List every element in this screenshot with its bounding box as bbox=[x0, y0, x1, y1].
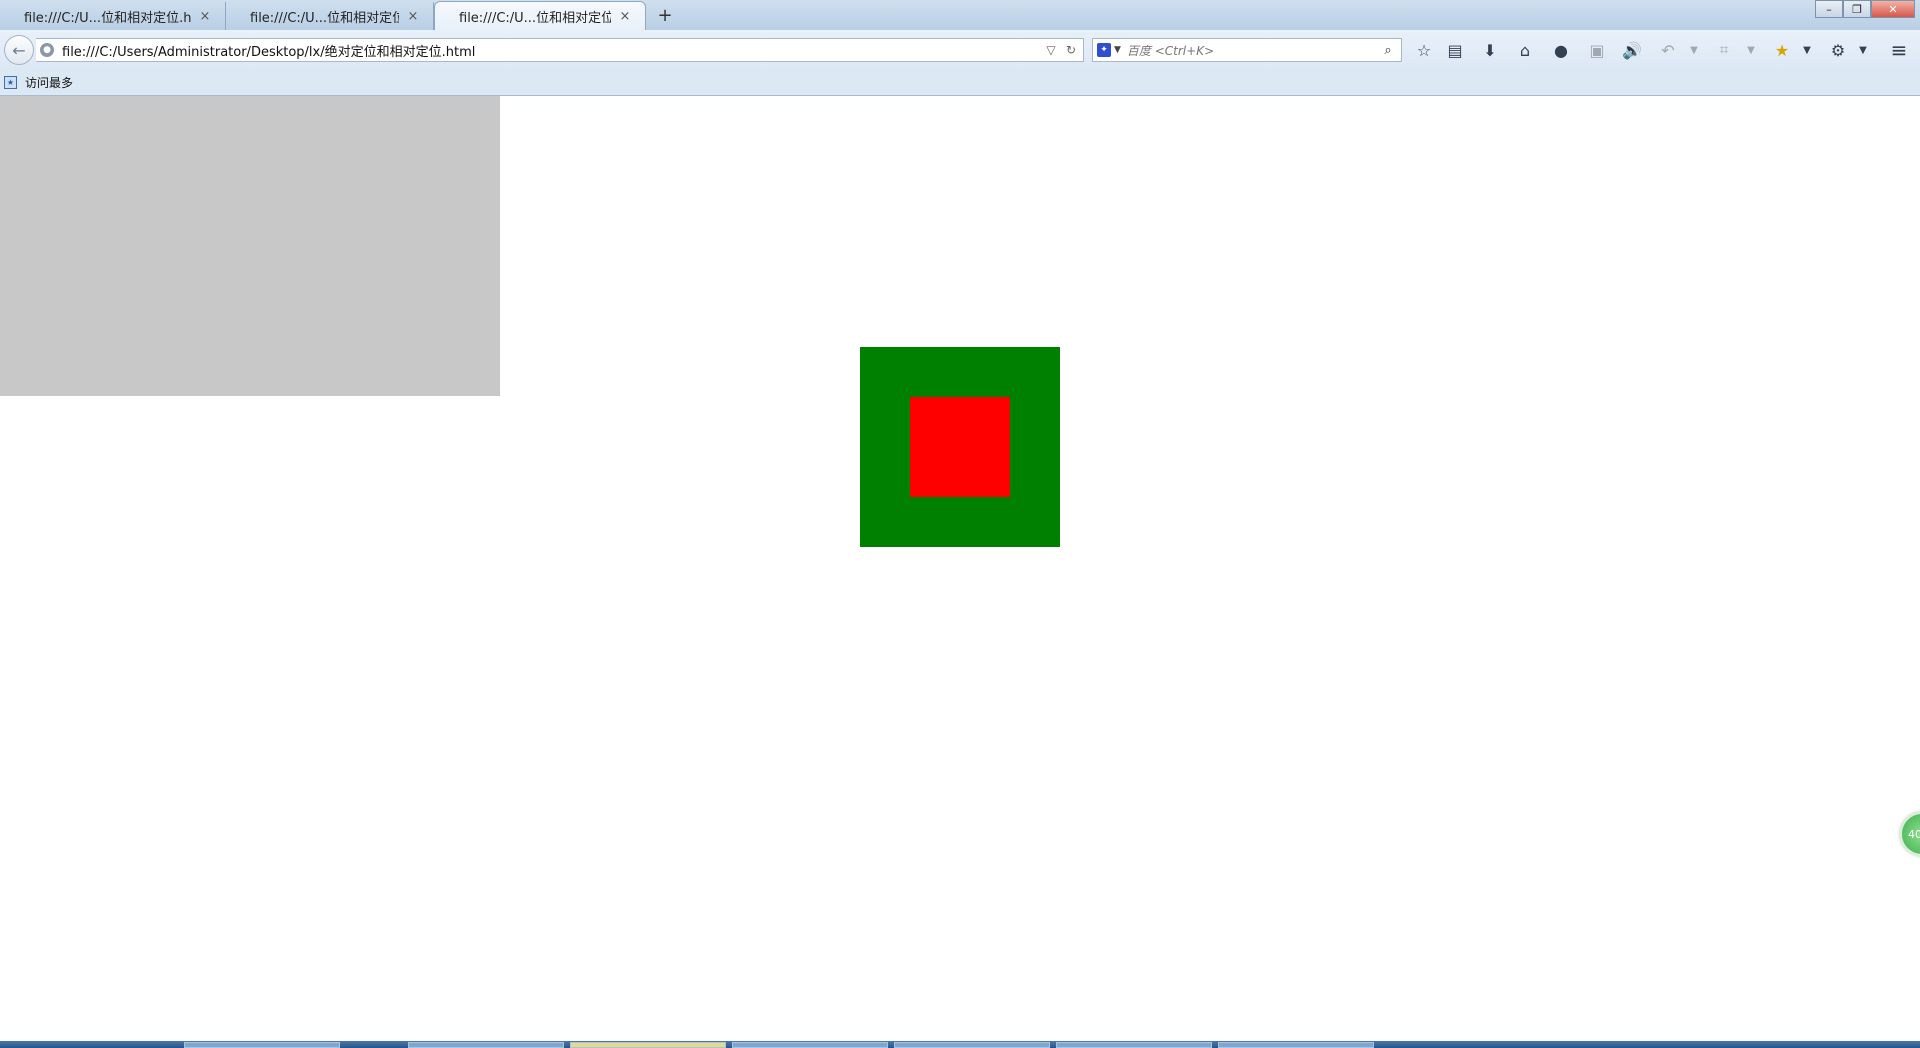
tab-3-active[interactable]: file:///C:/U...位和相对定位.html × bbox=[434, 1, 646, 30]
address-bar[interactable]: ● file:///C:/Users/Administrator/Desktop… bbox=[36, 38, 1084, 62]
tab-strip: file:///C:/U...位和相对定位.html × file:///C:/… bbox=[0, 0, 1920, 30]
volume-icon[interactable]: 🔊 bbox=[1620, 39, 1644, 61]
restore-button[interactable]: ❐ bbox=[1843, 0, 1871, 18]
most-visited-bookmark[interactable]: 访问最多 bbox=[25, 74, 73, 91]
green-box bbox=[860, 347, 1060, 547]
taskbar-item[interactable] bbox=[184, 1042, 340, 1048]
new-tab-button[interactable]: + bbox=[654, 4, 676, 26]
search-bar[interactable]: ✦ ▼ 百度 <Ctrl+K> ⌕ bbox=[1092, 38, 1402, 62]
extension-icon[interactable]: ⚙ bbox=[1826, 39, 1850, 61]
search-engine-dropdown-icon[interactable]: ▼ bbox=[1114, 45, 1121, 55]
taskbar-item[interactable] bbox=[1218, 1042, 1374, 1048]
tab-2-label: file:///C:/U...位和相对定位.html bbox=[250, 10, 399, 26]
undo-dropdown-icon[interactable]: ▼ bbox=[1687, 39, 1701, 61]
favorite-icon[interactable]: ★ bbox=[1770, 39, 1794, 61]
gray-box bbox=[0, 96, 500, 396]
search-input[interactable]: 百度 <Ctrl+K> bbox=[1127, 42, 1379, 59]
downloads-icon[interactable]: ⬇ bbox=[1478, 39, 1502, 61]
taskbar-item[interactable] bbox=[570, 1042, 726, 1048]
chat-icon[interactable]: ● bbox=[1549, 39, 1573, 61]
tab-1-label: file:///C:/U...位和相对定位.html bbox=[24, 10, 191, 26]
tab-3-close-icon[interactable]: × bbox=[617, 8, 633, 24]
taskbar-item[interactable] bbox=[1056, 1042, 1212, 1048]
taskbar-item[interactable] bbox=[732, 1042, 888, 1048]
screenshot-icon[interactable]: ▣ bbox=[1585, 39, 1609, 61]
url-text[interactable]: file:///C:/Users/Administrator/Desktop/l… bbox=[62, 41, 1043, 60]
back-button[interactable]: ← bbox=[4, 35, 34, 65]
favorite-dropdown-icon[interactable]: ▼ bbox=[1800, 39, 1814, 61]
site-identity-icon[interactable]: ● bbox=[40, 43, 54, 57]
search-go-icon[interactable]: ⌕ bbox=[1379, 43, 1397, 58]
crop-icon[interactable]: ⌗ bbox=[1712, 39, 1736, 61]
tab-2[interactable]: file:///C:/U...位和相对定位.html × bbox=[226, 2, 434, 30]
taskbar-item[interactable] bbox=[894, 1042, 1050, 1048]
taskbar-item[interactable] bbox=[408, 1042, 564, 1048]
undo-icon[interactable]: ↶ bbox=[1656, 39, 1680, 61]
tab-1-close-icon[interactable]: × bbox=[197, 8, 213, 24]
bookmarks-toolbar: ★ 访问最多 bbox=[0, 70, 1920, 96]
home-icon[interactable]: ⌂ bbox=[1513, 39, 1537, 61]
url-history-dropdown-icon[interactable]: ▽ bbox=[1043, 43, 1059, 57]
navigation-toolbar: ← ● file:///C:/Users/Administrator/Deskt… bbox=[0, 30, 1920, 70]
red-box bbox=[910, 397, 1010, 497]
taskbar bbox=[0, 1041, 1920, 1048]
crop-dropdown-icon[interactable]: ▼ bbox=[1744, 39, 1758, 61]
bookmarks-menu-icon[interactable]: ▤ bbox=[1443, 39, 1467, 61]
most-visited-folder-icon[interactable]: ★ bbox=[4, 76, 17, 89]
close-window-button[interactable]: ✕ bbox=[1871, 0, 1915, 18]
extension-dropdown-icon[interactable]: ▼ bbox=[1856, 39, 1870, 61]
page-content: 40 bbox=[0, 96, 1920, 1036]
reload-icon[interactable]: ↻ bbox=[1063, 43, 1079, 57]
tab-3-label: file:///C:/U...位和相对定位.html bbox=[459, 10, 611, 26]
menu-icon[interactable]: ≡ bbox=[1887, 38, 1911, 62]
floating-speed-widget[interactable]: 40 bbox=[1900, 812, 1920, 856]
tab-1[interactable]: file:///C:/U...位和相对定位.html × bbox=[0, 2, 226, 30]
minimize-button[interactable]: – bbox=[1815, 0, 1843, 18]
search-engine-icon[interactable]: ✦ bbox=[1097, 43, 1111, 57]
tab-2-close-icon[interactable]: × bbox=[405, 8, 421, 24]
bookmark-star-icon[interactable]: ☆ bbox=[1412, 39, 1436, 61]
